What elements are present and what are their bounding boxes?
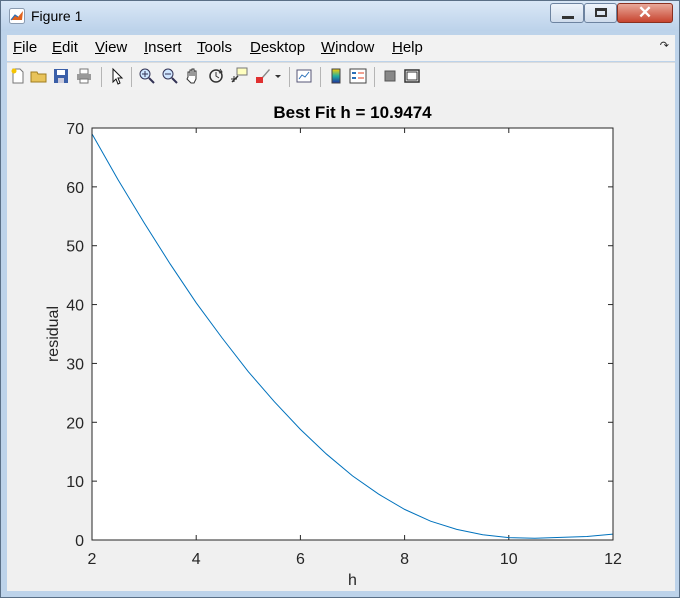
y-tick-label: 40 <box>66 298 84 315</box>
maximize-button[interactable] <box>584 3 617 23</box>
data-cursor-icon[interactable] <box>230 67 248 85</box>
menu-desktop[interactable]: Desktop <box>250 39 305 56</box>
menu-bar: File Edit View Insert Tools Desktop Wind… <box>7 35 675 61</box>
line-chart[interactable]: 0 10 20 30 40 50 60 70 2 4 6 8 10 12 Best Fit h = 10… <box>7 90 675 591</box>
axes-background <box>92 128 613 540</box>
title-bar[interactable]: Figure 1 ✕ <box>1 1 679 31</box>
menu-file[interactable]: File <box>13 39 37 56</box>
matlab-icon <box>9 8 25 24</box>
toolbar-separator <box>101 67 102 87</box>
menu-help[interactable]: Help <box>392 39 423 56</box>
minimize-button[interactable] <box>550 3 584 23</box>
x-axis-label: h <box>348 572 357 589</box>
link-plot-icon[interactable] <box>295 67 313 85</box>
toolbar-separator <box>320 67 321 87</box>
y-tick-label: 0 <box>75 533 84 550</box>
chart-title: Best Fit h = 10.9474 <box>273 103 432 122</box>
close-button[interactable]: ✕ <box>617 3 673 23</box>
hide-plot-tools-icon[interactable] <box>381 67 399 85</box>
y-tick-label: 50 <box>66 239 84 256</box>
figure-window: Figure 1 ✕ File Edit View Insert Tools D… <box>0 0 680 598</box>
window-title: Figure 1 <box>31 8 83 24</box>
menu-insert[interactable]: Insert <box>144 39 182 56</box>
pan-hand-icon[interactable] <box>184 67 202 85</box>
x-tick-label: 10 <box>500 551 518 568</box>
open-file-icon[interactable] <box>30 67 48 85</box>
figure-toolbar <box>7 62 675 91</box>
maximize-icon <box>595 8 607 17</box>
save-icon[interactable] <box>52 67 70 85</box>
print-icon[interactable] <box>75 67 93 85</box>
toolbar-separator <box>289 67 290 87</box>
x-tick-label: 12 <box>604 551 622 568</box>
legend-icon[interactable] <box>349 67 367 85</box>
toolbar-separator <box>374 67 375 87</box>
minimize-icon <box>562 16 574 19</box>
toolbar-separator <box>131 67 132 87</box>
menu-window[interactable]: Window <box>321 39 374 56</box>
menu-edit[interactable]: Edit <box>52 39 78 56</box>
y-tick-label: 10 <box>66 474 84 491</box>
menu-tools[interactable]: Tools <box>197 39 232 56</box>
zoom-in-icon[interactable] <box>138 67 156 85</box>
show-plot-tools-icon[interactable] <box>403 67 421 85</box>
dock-arrow-icon[interactable]: ↷ <box>660 39 669 52</box>
y-tick-label: 60 <box>66 180 84 197</box>
x-tick-label: 2 <box>88 551 97 568</box>
y-tick-label: 30 <box>66 356 84 373</box>
dropdown-arrow-icon[interactable] <box>274 67 282 85</box>
y-tick-label: 70 <box>66 121 84 138</box>
menu-view[interactable]: View <box>95 39 127 56</box>
brush-icon[interactable] <box>254 67 272 85</box>
new-figure-icon[interactable] <box>9 67 27 85</box>
edit-plot-arrow-icon[interactable] <box>108 67 126 85</box>
x-tick-label: 4 <box>192 551 201 568</box>
zoom-out-icon[interactable] <box>161 67 179 85</box>
y-axis-label: residual <box>45 306 62 362</box>
colorbar-icon[interactable] <box>327 67 345 85</box>
x-tick-label: 8 <box>400 551 409 568</box>
y-tick-label: 20 <box>66 415 84 432</box>
figure-canvas: 0 10 20 30 40 50 60 70 2 4 6 8 10 12 Best Fit h = 10… <box>7 90 675 591</box>
close-icon: ✕ <box>637 3 653 22</box>
rotate-3d-icon[interactable] <box>207 67 225 85</box>
x-tick-label: 6 <box>296 551 305 568</box>
